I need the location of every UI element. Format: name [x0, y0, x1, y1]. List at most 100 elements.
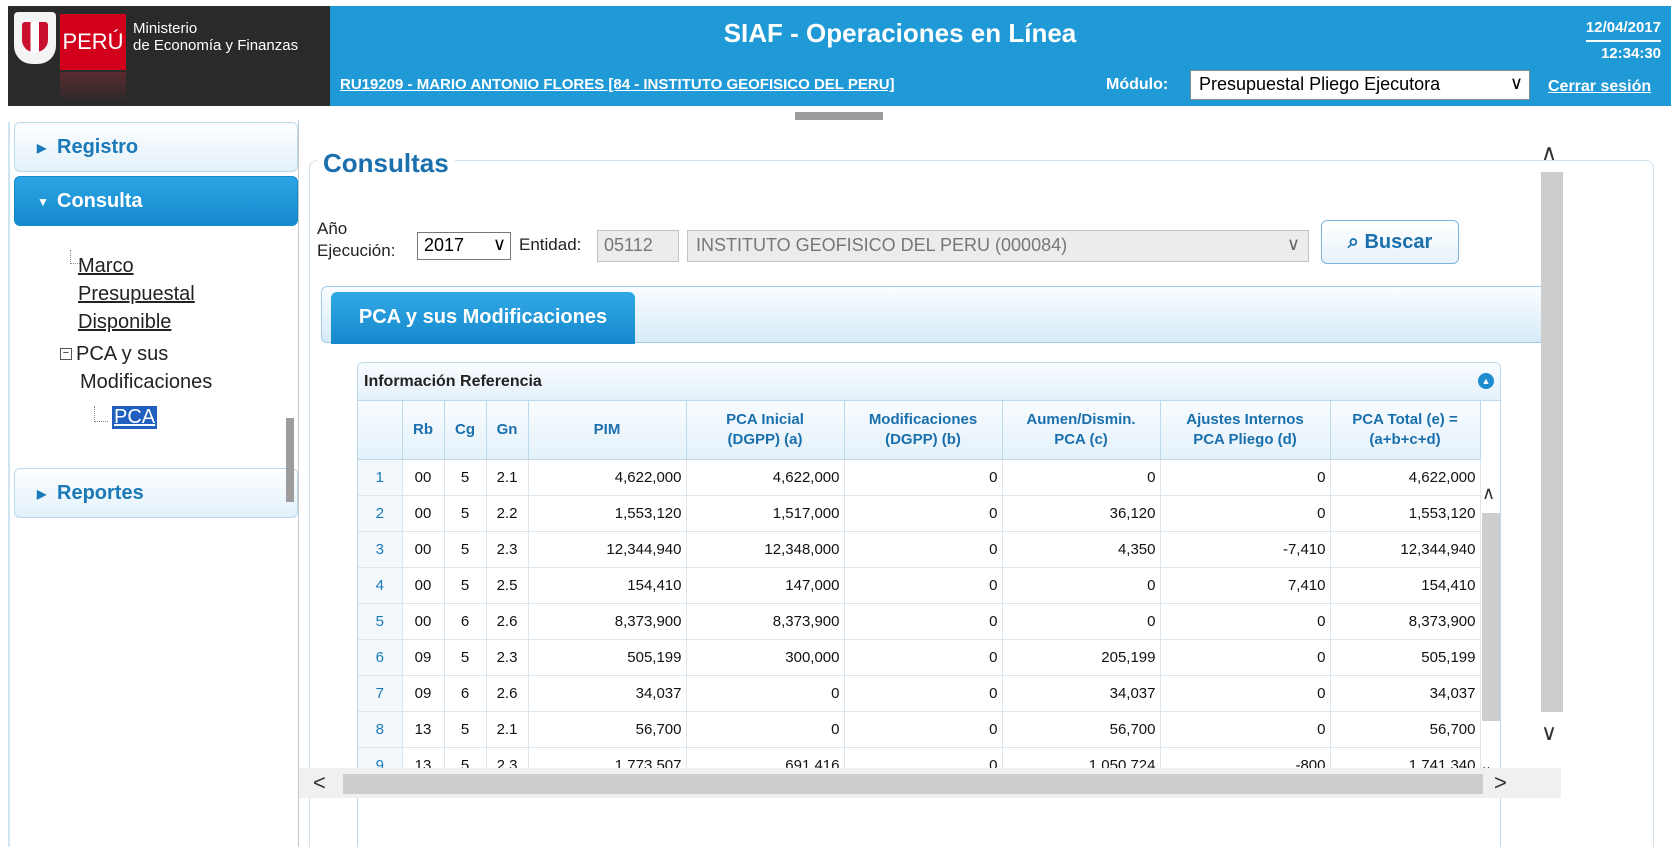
- tree-item-marco-line3: Disponible: [78, 311, 172, 333]
- col-ajustes-internos[interactable]: Ajustes Internos PCA Pliego (d): [1160, 401, 1331, 460]
- horizontal-scrollbar[interactable]: < >: [299, 768, 1561, 798]
- cell-gn: 2.3: [486, 531, 529, 568]
- cell-ajustes-internos: 0: [1160, 675, 1331, 712]
- table-row[interactable]: 2 00 5 2.2 1,553,120 1,517,000 0 36,120 0 1,553,1…: [358, 495, 1481, 532]
- table-row[interactable]: 5 00 6 2.6 8,373,900 8,373,900 0 0 0 8,373,900: [358, 603, 1481, 640]
- col-pca-total[interactable]: PCA Total (e) = (a+b+c+d): [1330, 401, 1481, 460]
- entity-select: INSTITUTO GEOFISICO DEL PERU (000084) ∨: [687, 230, 1309, 262]
- cell-aumen-dismin: 0: [1002, 603, 1161, 640]
- cell-cg: 5: [444, 531, 487, 568]
- col-modificaciones[interactable]: Modificaciones (DGPP) (b): [844, 401, 1003, 460]
- chevron-down-icon: ∨: [1509, 73, 1523, 93]
- cell-gn: 2.6: [486, 675, 529, 712]
- logo-country: PERÚ: [60, 14, 126, 70]
- table-row[interactable]: 7 09 6 2.6 34,037 0 0 34,037 0 34,037: [358, 675, 1481, 712]
- accordion-consulta[interactable]: ▼ Consulta: [14, 176, 298, 226]
- year-select[interactable]: 2017 ∨: [417, 232, 511, 260]
- cell-gn: 2.1: [486, 459, 529, 496]
- col-cg[interactable]: Cg: [444, 401, 487, 460]
- cell-gn: 2.3: [486, 639, 529, 676]
- sidebar-scrollbar[interactable]: [286, 418, 294, 502]
- cell-pca-inicial: 8,373,900: [686, 603, 845, 640]
- entity-code-field: 05112: [597, 230, 679, 262]
- accordion-consulta-label: Consulta: [57, 190, 143, 212]
- cell-pca-total: 8,373,900: [1330, 603, 1481, 640]
- table-row[interactable]: 3 00 5 2.3 12,344,940 12,348,000 0 4,350 -7,410 1…: [358, 531, 1481, 568]
- col-aum-l2: PCA (c): [1054, 430, 1108, 448]
- tab-pca-modificaciones[interactable]: PCA y sus Modificaciones: [331, 292, 635, 344]
- grid-scroll-up-icon[interactable]: ∧: [1482, 483, 1495, 504]
- table-body: 1 00 5 2.1 4,622,000 4,622,000 0 0 0 4,622,000 2 00…: [358, 459, 1481, 784]
- col-gn[interactable]: Gn: [486, 401, 529, 460]
- col-pca-inicial[interactable]: PCA Inicial (DGPP) (a): [686, 401, 845, 460]
- col-pca-inicial-l2: (DGPP) (a): [727, 430, 803, 448]
- module-select[interactable]: Presupuestal Pliego Ejecutora ∨: [1190, 70, 1530, 100]
- current-time: 12:34:30: [1600, 45, 1661, 62]
- cell-ajustes-internos: -7,410: [1160, 531, 1331, 568]
- page-scroll-up-icon[interactable]: ∧: [1541, 140, 1557, 166]
- cell-pim: 8,373,900: [528, 603, 687, 640]
- cell-rb: 09: [402, 639, 445, 676]
- col-aum-l1: Aumen/Dismin.: [1026, 410, 1136, 428]
- table-row[interactable]: 4 00 5 2.5 154,410 147,000 0 0 7,410 154,410: [358, 567, 1481, 604]
- table-row[interactable]: 8 13 5 2.1 56,700 0 0 56,700 0 56,700: [358, 711, 1481, 748]
- tree-group-pca-line1: PCA y sus: [76, 343, 169, 365]
- table-row[interactable]: 1 00 5 2.1 4,622,000 4,622,000 0 0 0 4,622,000: [358, 459, 1481, 496]
- cell-pca-inicial: 4,622,000: [686, 459, 845, 496]
- row-number: 1: [358, 459, 403, 496]
- accordion-registro-label: Registro: [57, 136, 139, 158]
- ministry-logo: PERÚ Ministerio de Economía y Finanzas: [8, 6, 330, 106]
- col-rb[interactable]: Rb: [402, 401, 445, 460]
- horizontal-scrollbar-thumb[interactable]: [343, 774, 1483, 794]
- year-select-value: 2017: [424, 235, 465, 255]
- year-label-line1: Año: [317, 219, 348, 238]
- row-number: 3: [358, 531, 403, 568]
- cell-cg: 5: [444, 711, 487, 748]
- cell-cg: 5: [444, 459, 487, 496]
- header-splitter-handle[interactable]: [795, 112, 883, 120]
- user-info-link[interactable]: RU19209 - MARIO ANTONIO FLORES [84 - INS…: [340, 76, 895, 93]
- accordion-registro[interactable]: ▶ Registro: [14, 122, 298, 172]
- module-select-value: Presupuestal Pliego Ejecutora: [1199, 74, 1441, 94]
- col-pim[interactable]: PIM: [528, 401, 687, 460]
- cell-pca-inicial: 0: [686, 711, 845, 748]
- cell-pim: 1,553,120: [528, 495, 687, 532]
- row-number: 2: [358, 495, 403, 532]
- row-number: 5: [358, 603, 403, 640]
- accordion-reportes[interactable]: ▶ Reportes: [14, 468, 298, 518]
- tree-item-pca[interactable]: PCA: [112, 406, 158, 429]
- logo-ministry-line2: de Economía y Finanzas: [133, 37, 299, 54]
- current-date: 12/04/2017: [1585, 16, 1661, 42]
- table-row[interactable]: 6 09 5 2.3 505,199 300,000 0 205,199 0 505,199: [358, 639, 1481, 676]
- cell-pim: 56,700: [528, 711, 687, 748]
- app-title: SIAF - Operaciones en Línea: [723, 18, 1077, 48]
- page-scroll-down-icon[interactable]: ∨: [1541, 720, 1557, 746]
- cell-pca-inicial: 1,517,000: [686, 495, 845, 532]
- col-aumen-dismin[interactable]: Aumen/Dismin. PCA (c): [1002, 401, 1161, 460]
- cell-pim: 34,037: [528, 675, 687, 712]
- tree-group-pca[interactable]: − PCA y sus Modificaciones: [60, 340, 212, 396]
- chevron-down-icon: ∨: [492, 234, 506, 254]
- cell-rb: 00: [402, 567, 445, 604]
- logout-link[interactable]: Cerrar sesión: [1548, 78, 1651, 96]
- cell-ajustes-internos: 0: [1160, 711, 1331, 748]
- panel-header: Información Referencia ▲: [358, 363, 1500, 401]
- collapse-icon[interactable]: −: [60, 348, 72, 360]
- cell-modificaciones: 0: [844, 711, 1003, 748]
- table-header-row: Rb Cg Gn PIM PCA Inicial (DGPP) (a) Modif…: [358, 401, 1481, 460]
- cell-pca-total: 4,622,000: [1330, 459, 1481, 496]
- tree-connector: [94, 406, 108, 422]
- tree-item-marco-presupuestal[interactable]: Marco Presupuestal Disponible: [78, 252, 195, 336]
- logo-ministry-name: Ministerio de Economía y Finanzas: [133, 20, 298, 54]
- pca-table: Rb Cg Gn PIM PCA Inicial (DGPP) (a) Modif…: [358, 401, 1481, 784]
- page-scrollbar-thumb[interactable]: [1541, 172, 1563, 712]
- collapse-toggle-icon[interactable]: ▲: [1478, 373, 1494, 389]
- search-button[interactable]: ⌕ Buscar: [1321, 220, 1459, 264]
- scroll-right-icon[interactable]: >: [1494, 770, 1507, 796]
- scroll-left-icon[interactable]: <: [313, 770, 326, 796]
- cell-pca-total: 34,037: [1330, 675, 1481, 712]
- cell-pca-total: 56,700: [1330, 711, 1481, 748]
- grid-scrollbar-thumb[interactable]: [1482, 513, 1500, 721]
- cell-ajustes-internos: 0: [1160, 603, 1331, 640]
- logo-ministry-line1: Ministerio: [133, 20, 198, 37]
